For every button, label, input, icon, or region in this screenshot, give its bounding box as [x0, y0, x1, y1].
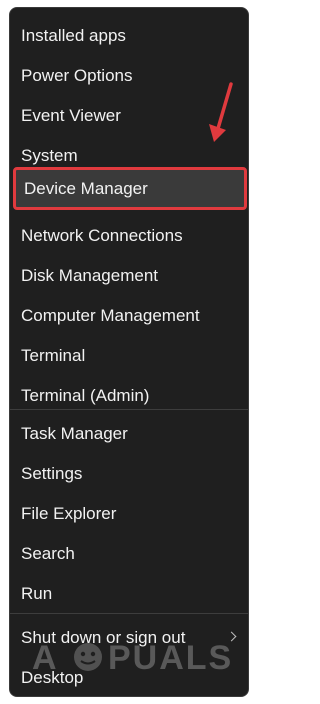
menu-item-label: Terminal (Admin) — [21, 386, 150, 405]
menu-item-task-manager[interactable]: Task Manager — [10, 414, 248, 454]
watermark-logo: A PUALS — [32, 639, 233, 677]
menu-item-network-connections[interactable]: Network Connections — [10, 216, 248, 256]
menu-item-label: System — [21, 146, 78, 165]
arrow-down-icon — [209, 82, 233, 142]
svg-text:A: A — [32, 639, 59, 677]
menu-item-settings[interactable]: Settings — [10, 454, 248, 494]
menu-item-label: Network Connections — [21, 226, 183, 245]
menu-item-label: Device Manager — [24, 178, 148, 198]
svg-text:PUALS: PUALS — [108, 639, 233, 677]
menu-item-label: Power Options — [21, 66, 133, 85]
menu-item-label: Computer Management — [21, 306, 200, 325]
menu-item-search[interactable]: Search — [10, 534, 248, 574]
menu-item-disk-management[interactable]: Disk Management — [10, 256, 248, 296]
menu-item-label: Event Viewer — [21, 106, 121, 125]
menu-item-label: Disk Management — [21, 266, 159, 285]
menu-item-installed-apps[interactable]: Installed apps — [10, 16, 248, 56]
menu-item-device-manager[interactable]: Device Manager — [13, 167, 247, 210]
menu-separator — [10, 409, 248, 410]
menu-separator — [10, 613, 248, 614]
menu-item-label: Terminal — [21, 346, 86, 365]
screenshot-frame: Installed apps Power Options Event Viewe… — [0, 0, 259, 704]
menu-item-terminal[interactable]: Terminal — [10, 336, 248, 376]
menu-item-terminal-admin[interactable]: Terminal (Admin) — [10, 376, 248, 416]
menu-item-label: Task Manager — [21, 424, 128, 443]
menu-item-run[interactable]: Run — [10, 574, 248, 614]
menu-item-label: Installed apps — [21, 26, 126, 45]
menu-item-computer-management[interactable]: Computer Management — [10, 296, 248, 336]
menu-item-label: Search — [21, 544, 75, 563]
menu-item-label: Settings — [21, 464, 83, 483]
menu-item-label: File Explorer — [21, 504, 117, 523]
menu-item-file-explorer[interactable]: File Explorer — [10, 494, 248, 534]
menu-item-label: Run — [21, 584, 53, 603]
